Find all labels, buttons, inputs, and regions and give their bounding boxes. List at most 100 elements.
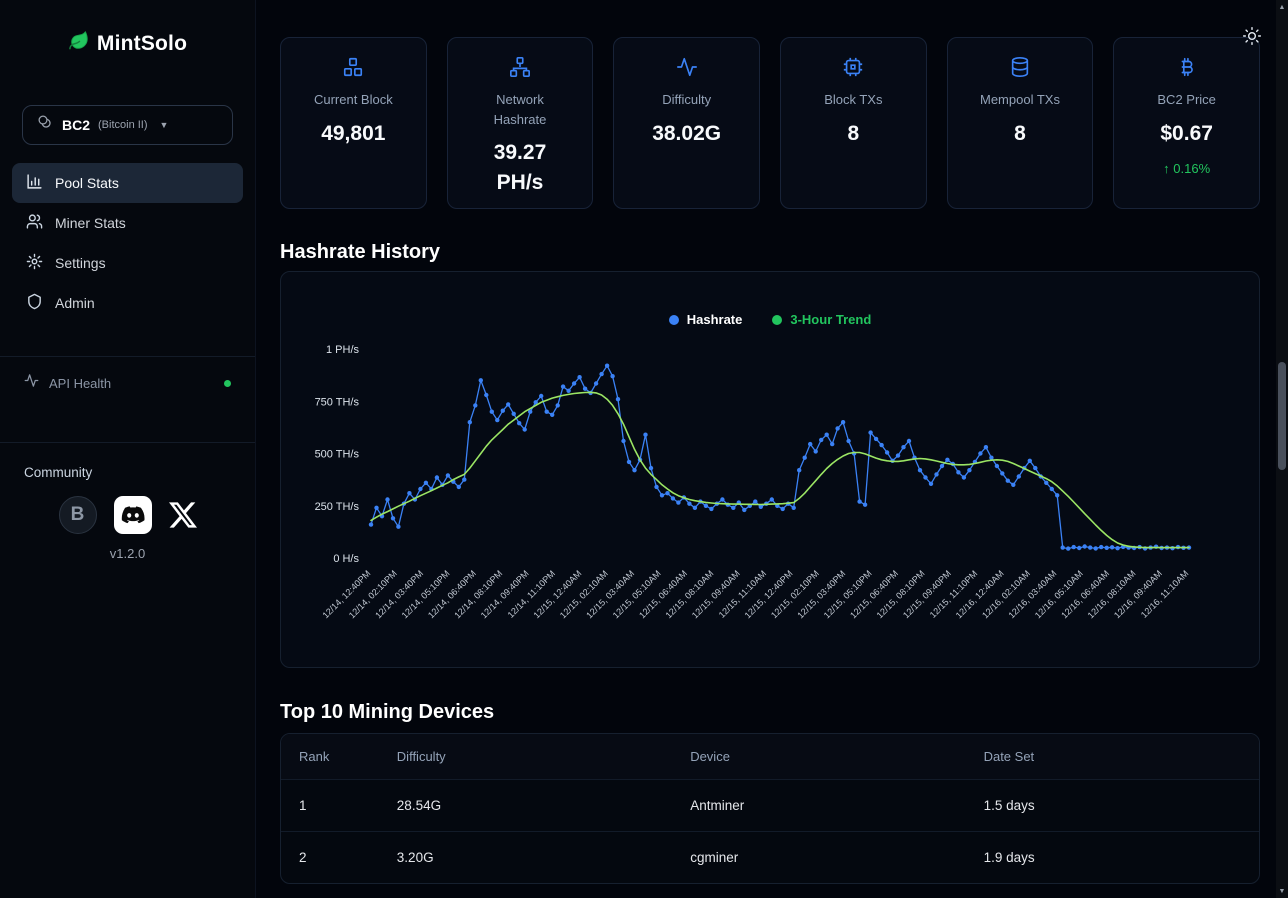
legend-label: 3-Hour Trend	[790, 312, 871, 327]
bar-chart-icon	[26, 173, 43, 193]
sun-icon	[1242, 33, 1262, 50]
stats-row: Current Block 49,801 Network Hashrate 39…	[280, 37, 1260, 209]
leaf-icon	[68, 30, 90, 57]
x-twitter-icon[interactable]	[169, 501, 197, 529]
stat-value: 39.27 PH/s	[472, 138, 568, 199]
activity-icon	[622, 56, 751, 80]
table-cell: 3.20G	[379, 832, 672, 884]
sidebar-item-label: Admin	[55, 295, 95, 311]
hashrate-chart: 1 PH/s750 TH/s500 TH/s250 TH/s0 H/s12/14…	[281, 339, 1247, 659]
version-label: v1.2.0	[0, 546, 255, 561]
coin-selector[interactable]: BC2 (Bitcoin II) ▼	[22, 105, 233, 145]
svg-text:250 TH/s: 250 TH/s	[315, 501, 360, 513]
stat-card-difficulty: Difficulty 38.02G	[613, 37, 760, 209]
legend-item-trend: 3-Hour Trend	[772, 312, 871, 327]
stat-label: Current Block	[303, 90, 403, 110]
scrollbar[interactable]: ▲ ▼	[1276, 0, 1288, 898]
sidebar: MintSolo BC2 (Bitcoin II) ▼ Pool Stats	[0, 0, 256, 898]
scrollbar-down-arrow[interactable]: ▼	[1276, 884, 1288, 898]
stat-card-block-txs: Block TXs 8	[780, 37, 927, 209]
top-devices-table: Rank Difficulty Device Date Set 128.54GA…	[280, 733, 1260, 884]
stat-label: Mempool TXs	[970, 90, 1070, 110]
table-body: 128.54GAntminer1.5 days23.20Gcgminer1.9 …	[281, 780, 1259, 884]
bitcoin-icon	[1122, 56, 1251, 80]
stat-card-network-hashrate: Network Hashrate 39.27 PH/s	[447, 37, 594, 209]
sidebar-item-label: Settings	[55, 255, 106, 271]
column-header-device: Device	[672, 734, 965, 780]
api-health-row: API Health	[0, 357, 255, 409]
svg-text:750 TH/s: 750 TH/s	[315, 396, 360, 408]
database-icon	[956, 56, 1085, 80]
scrollbar-thumb[interactable]	[1278, 362, 1286, 470]
stat-label: Difficulty	[637, 90, 737, 110]
network-icon	[456, 56, 585, 80]
table-header-row: Rank Difficulty Device Date Set	[281, 734, 1259, 780]
table-cell: 2	[281, 832, 379, 884]
coin-full-name: (Bitcoin II)	[98, 119, 148, 131]
app-window: MintSolo BC2 (Bitcoin II) ▼ Pool Stats	[0, 0, 1288, 898]
chart-legend: Hashrate 3-Hour Trend	[281, 312, 1259, 327]
stat-label: Network Hashrate	[470, 90, 570, 129]
column-header-difficulty: Difficulty	[379, 734, 672, 780]
table-cell: 1.5 days	[966, 780, 1259, 832]
stat-value: 8	[972, 119, 1068, 149]
table-cell: cgminer	[672, 832, 965, 884]
hashrate-history-heading: Hashrate History	[280, 239, 1260, 265]
column-header-date-set: Date Set	[966, 734, 1259, 780]
table-cell: 1.9 days	[966, 832, 1259, 884]
bitcoin-glyph: B	[71, 504, 85, 526]
stat-card-mempool-txs: Mempool TXs 8	[947, 37, 1094, 209]
stat-value: 49,801	[305, 119, 401, 149]
theme-toggle-button[interactable]	[1242, 26, 1262, 51]
hashrate-chart-card: Hashrate 3-Hour Trend 1 PH/s 750 TH/s 500 …	[280, 271, 1260, 668]
table-cell: Antminer	[672, 780, 965, 832]
stat-value: 8	[805, 119, 901, 149]
svg-text:0 H/s: 0 H/s	[333, 553, 359, 565]
stat-value: $0.67	[1139, 119, 1235, 149]
stat-label: BC2 Price	[1137, 90, 1237, 110]
legend-dot-green	[772, 315, 782, 325]
discord-icon[interactable]	[114, 496, 152, 534]
svg-text:12/16, 11:10AM: 12/16, 11:10AM	[1139, 568, 1191, 620]
sidebar-item-label: Miner Stats	[55, 215, 126, 231]
activity-icon	[24, 373, 39, 393]
coins-icon	[37, 114, 54, 136]
column-header-rank: Rank	[281, 734, 379, 780]
scrollbar-up-arrow[interactable]: ▲	[1276, 0, 1288, 14]
blocks-icon	[289, 56, 418, 80]
shield-icon	[26, 293, 43, 313]
users-icon	[26, 213, 43, 233]
gear-icon	[26, 253, 43, 273]
svg-text:1 PH/s: 1 PH/s	[326, 344, 360, 356]
legend-label: Hashrate	[687, 312, 743, 327]
sidebar-item-settings[interactable]: Settings	[12, 243, 243, 283]
svg-text:500 TH/s: 500 TH/s	[315, 449, 360, 461]
table-cell: 1	[281, 780, 379, 832]
stat-value: 38.02G	[639, 119, 735, 149]
sidebar-item-label: Pool Stats	[55, 175, 119, 191]
stat-card-bc2-price: BC2 Price $0.67 ↑ 0.16%	[1113, 37, 1260, 209]
chip-icon	[789, 56, 918, 80]
api-health-status-dot	[224, 380, 231, 387]
price-change-badge: ↑ 0.16%	[1122, 161, 1251, 176]
chevron-down-icon: ▼	[160, 120, 169, 130]
sidebar-item-miner-stats[interactable]: Miner Stats	[12, 203, 243, 243]
top-devices-heading: Top 10 Mining Devices	[280, 699, 1260, 725]
main-content: Current Block 49,801 Network Hashrate 39…	[256, 0, 1288, 898]
social-links: B	[0, 496, 255, 534]
stat-label: Block TXs	[803, 90, 903, 110]
sidebar-nav: Pool Stats Miner Stats S	[0, 163, 255, 323]
legend-dot-blue	[669, 315, 679, 325]
app-title: MintSolo	[97, 32, 187, 56]
bitcointalk-icon[interactable]: B	[59, 496, 97, 534]
legend-item-hashrate: Hashrate	[669, 312, 743, 327]
table-row: 128.54GAntminer1.5 days	[281, 780, 1259, 832]
community-heading: Community	[0, 443, 255, 496]
sidebar-item-pool-stats[interactable]: Pool Stats	[12, 163, 243, 203]
table-row: 23.20Gcgminer1.9 days	[281, 832, 1259, 884]
sidebar-item-admin[interactable]: Admin	[12, 283, 243, 323]
coin-symbol: BC2	[62, 117, 90, 133]
table-cell: 28.54G	[379, 780, 672, 832]
stat-card-current-block: Current Block 49,801	[280, 37, 427, 209]
api-health-label: API Health	[49, 376, 111, 391]
